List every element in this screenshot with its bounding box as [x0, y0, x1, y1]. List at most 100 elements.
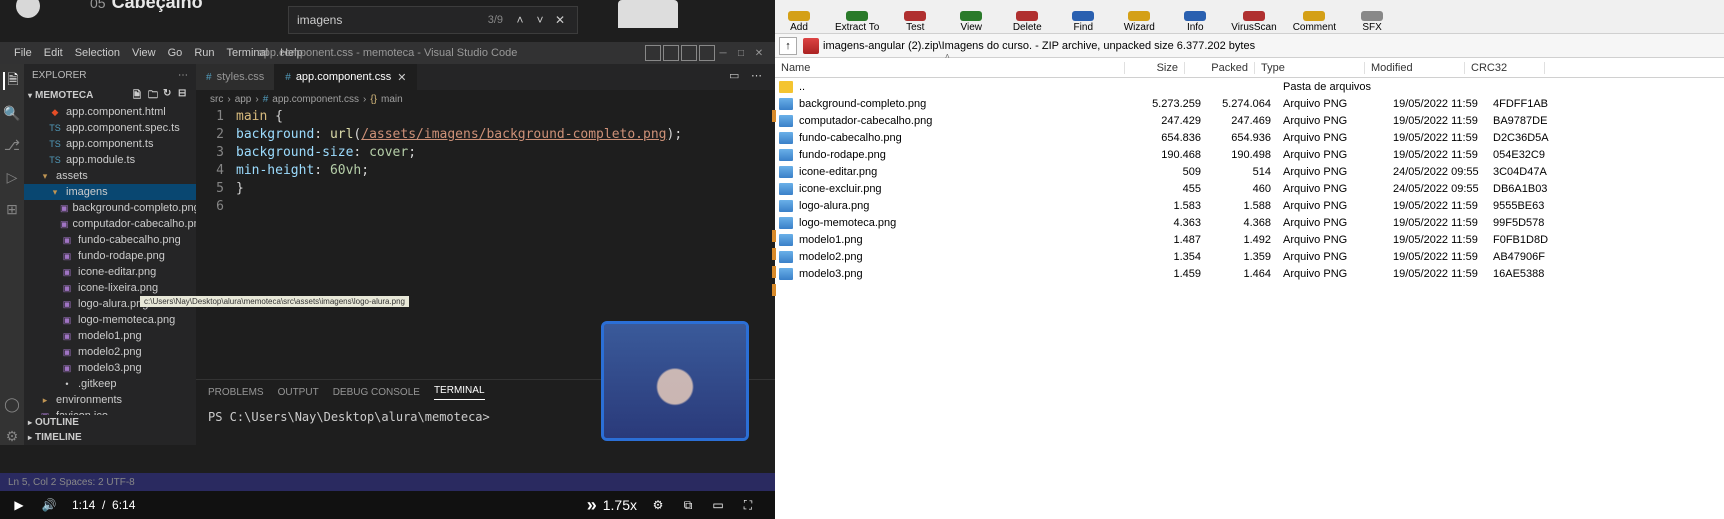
file-row[interactable]: icone-excluir.png455460Arquivo PNG24/05/… [775, 180, 1724, 197]
file-row[interactable]: modelo1.png1.4871.492Arquivo PNG19/05/20… [775, 231, 1724, 248]
breadcrumb[interactable]: src› app› #app.component.css› {}main [196, 90, 775, 108]
find-input[interactable] [297, 13, 482, 27]
settings-icon[interactable]: ⚙ [647, 494, 669, 516]
menu-edit[interactable]: Edit [38, 47, 69, 59]
playback-speed[interactable]: 1.75x [603, 497, 637, 513]
tab-close-icon[interactable]: ✕ [397, 71, 406, 84]
term-tab-terminal[interactable]: TERMINAL [434, 385, 485, 400]
find-close-icon[interactable]: ✕ [551, 11, 569, 29]
tab-app-component[interactable]: #app.component.css✕ [275, 64, 417, 90]
file-row[interactable]: modelo3.png1.4591.464Arquivo PNG19/05/20… [775, 265, 1724, 282]
toolbar-view[interactable]: View [951, 11, 991, 33]
tree-item[interactable]: TSapp.component.ts [24, 136, 196, 152]
toolbar-test[interactable]: Test [895, 11, 935, 33]
speed-forward-icon[interactable]: » [587, 495, 597, 516]
menu-view[interactable]: View [126, 47, 162, 59]
browser-tab[interactable] [618, 0, 678, 28]
file-row[interactable]: logo-memoteca.png4.3634.368Arquivo PNG19… [775, 214, 1724, 231]
file-row[interactable]: fundo-cabecalho.png654.836654.936Arquivo… [775, 129, 1724, 146]
tree-item[interactable]: ▣modelo2.png [24, 344, 196, 360]
col-modified[interactable]: Modified [1365, 62, 1465, 74]
menu-selection[interactable]: Selection [69, 47, 126, 59]
toolbar-wizard[interactable]: Wizard [1119, 11, 1159, 33]
tree-item[interactable]: ▣computador-cabecalho.png [24, 216, 196, 232]
timeline-section[interactable]: ▸TIMELINE [24, 430, 196, 445]
menu-file[interactable]: File [8, 47, 38, 59]
file-row[interactable]: logo-alura.png1.5831.588Arquivo PNG19/05… [775, 197, 1724, 214]
toolbar-delete[interactable]: Delete [1007, 11, 1047, 33]
menu-run[interactable]: Run [188, 47, 220, 59]
new-file-icon[interactable]: 🗎 [133, 88, 147, 102]
tree-item[interactable]: ▣icone-editar.png [24, 264, 196, 280]
file-row[interactable]: icone-editar.png509514Arquivo PNG24/05/2… [775, 163, 1724, 180]
sidebar-more-icon[interactable]: ⋯ [178, 70, 188, 81]
project-section[interactable]: ▾ MEMOTECA 🗎 🗀 ↻ ⊟ [24, 86, 196, 104]
volume-icon[interactable]: 🔊 [38, 494, 60, 516]
close-icon[interactable]: ✕ [751, 45, 767, 61]
menu-go[interactable]: Go [162, 47, 189, 59]
tree-item[interactable]: TSapp.component.spec.ts [24, 120, 196, 136]
parent-row[interactable]: ..Pasta de arquivos [775, 78, 1724, 95]
tree-item[interactable]: ▣fundo-rodape.png [24, 248, 196, 264]
tree-item[interactable]: ▾imagens [24, 184, 196, 200]
collapse-icon[interactable]: ⊟ [178, 88, 192, 102]
maximize-icon[interactable]: □ [733, 45, 749, 61]
find-prev-icon[interactable]: ˄ [511, 11, 529, 29]
outline-section[interactable]: ▸OUTLINE [24, 415, 196, 430]
toolbar-sfx[interactable]: SFX [1352, 11, 1392, 33]
col-name[interactable]: Name [775, 62, 1125, 74]
toolbar-comment[interactable]: Comment [1293, 11, 1336, 33]
term-tab-problems[interactable]: PROBLEMS [208, 387, 264, 398]
tree-item[interactable]: ▣favicon.ico [24, 408, 196, 415]
gear-icon[interactable]: ⚙ [3, 427, 21, 445]
minimize-icon[interactable]: ─ [715, 45, 731, 61]
toolbar-extract-to[interactable]: Extract To [835, 11, 879, 33]
tree-item[interactable]: ▣fundo-cabecalho.png [24, 232, 196, 248]
scm-icon[interactable]: ⎇ [3, 136, 21, 154]
tab-styles[interactable]: #styles.css [196, 64, 275, 90]
tree-item[interactable]: ▸environments [24, 392, 196, 408]
split-icon[interactable]: ▭ [729, 69, 745, 85]
fullscreen-icon[interactable]: ⛶ [737, 494, 759, 516]
account-icon[interactable]: ◯ [3, 395, 21, 413]
term-tab-debug[interactable]: DEBUG CONSOLE [333, 387, 420, 398]
layout-icons[interactable] [645, 45, 715, 61]
archive-path[interactable]: imagens-angular (2).zip\Imagens do curso… [823, 40, 1255, 52]
tree-item[interactable]: ◆app.component.html [24, 104, 196, 120]
find-next-icon[interactable]: ˅ [531, 11, 549, 29]
explorer-icon[interactable]: 🗎 [3, 72, 21, 90]
file-row[interactable]: background-completo.png5.273.2595.274.06… [775, 95, 1724, 112]
tree-item[interactable]: TSapp.module.ts [24, 152, 196, 168]
tree-item[interactable]: ▣logo-memoteca.png [24, 312, 196, 328]
col-packed[interactable]: Packed [1185, 62, 1255, 74]
new-folder-icon[interactable]: 🗀 [148, 88, 162, 102]
search-icon[interactable]: 🔍 [3, 104, 21, 122]
file-row[interactable]: computador-cabecalho.png247.429247.469Ar… [775, 112, 1724, 129]
tab-more-icon[interactable]: ⋯ [751, 69, 767, 85]
pip-icon[interactable]: ⧉ [677, 494, 699, 516]
tree-item[interactable]: ▣background-completo.png [24, 200, 196, 216]
term-tab-output[interactable]: OUTPUT [278, 387, 319, 398]
tree-item[interactable]: ▣modelo1.png [24, 328, 196, 344]
debug-icon[interactable]: ▷ [3, 168, 21, 186]
tree-item[interactable]: ▣modelo3.png [24, 360, 196, 376]
toolbar-virusscan[interactable]: VirusScan [1231, 11, 1276, 33]
col-crc[interactable]: CRC32 [1465, 62, 1545, 74]
file-row[interactable]: fundo-rodape.png190.468190.498Arquivo PN… [775, 146, 1724, 163]
refresh-icon[interactable]: ↻ [163, 88, 177, 102]
tool-icon [1072, 11, 1094, 21]
play-icon[interactable]: ▶ [8, 494, 30, 516]
up-icon[interactable]: ↑ [779, 37, 797, 55]
toolbar-add[interactable]: Add [779, 11, 819, 33]
extensions-icon[interactable]: ⊞ [3, 200, 21, 218]
file-row[interactable]: modelo2.png1.3541.359Arquivo PNG19/05/20… [775, 248, 1724, 265]
toolbar-find[interactable]: Find [1063, 11, 1103, 33]
tree-item[interactable]: ▣icone-lixeira.png [24, 280, 196, 296]
tree-item[interactable]: •.gitkeep [24, 376, 196, 392]
find-bar[interactable]: 3/9 ˄ ˅ ✕ [288, 6, 578, 34]
tree-item[interactable]: ▾assets [24, 168, 196, 184]
col-type[interactable]: Type [1255, 62, 1365, 74]
col-size[interactable]: Size [1125, 62, 1185, 74]
toolbar-info[interactable]: Info [1175, 11, 1215, 33]
theater-icon[interactable]: ▭ [707, 494, 729, 516]
